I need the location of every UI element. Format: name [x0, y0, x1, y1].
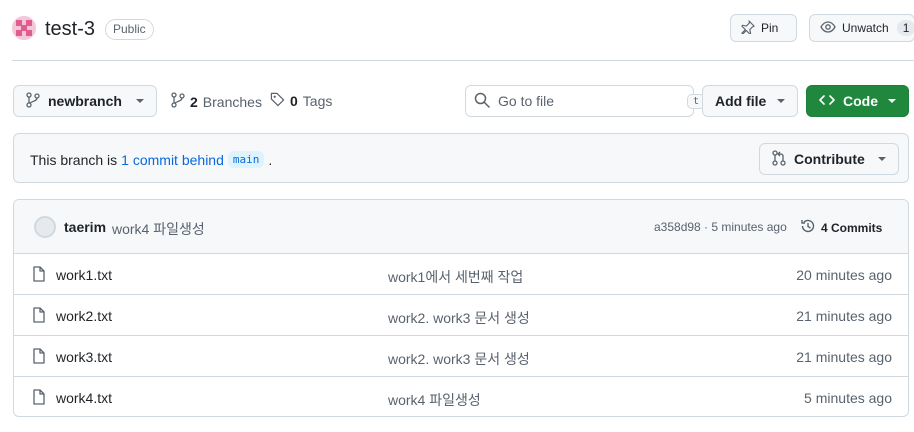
code-icon	[819, 93, 835, 109]
go-to-file-input[interactable]	[498, 93, 679, 109]
header-divider	[12, 60, 914, 61]
pull-request-icon	[772, 149, 786, 169]
branches-count: 2	[190, 93, 198, 110]
file-icon	[32, 307, 46, 326]
file-name[interactable]: work1.txt	[56, 267, 112, 283]
commits-history-link[interactable]: 4 Commits	[800, 218, 882, 237]
repo-owner-avatar[interactable]	[12, 16, 36, 40]
tags-link[interactable]: 0 Tags	[270, 92, 332, 110]
chevron-down-icon	[136, 99, 144, 103]
commits-label: 4 Commits	[821, 220, 883, 235]
commits-behind-link[interactable]: 1 commit behind	[121, 152, 224, 168]
repo-name[interactable]: test-3	[45, 18, 95, 41]
go-to-file-search[interactable]: t	[465, 85, 706, 117]
branch-name: newbranch	[48, 93, 122, 109]
tag-icon	[270, 92, 285, 110]
table-row: work4.txt work4 파일생성 5 minutes ago	[14, 377, 908, 416]
chevron-down-icon	[888, 99, 896, 103]
table-row: work2.txt work2. work3 문서 생성 21 minutes …	[14, 295, 908, 336]
unwatch-button[interactable]: Unwatch 1	[809, 14, 914, 42]
chevron-down-icon	[878, 157, 886, 161]
commit-hash-time[interactable]: a358d98 · 5 minutes ago	[654, 220, 787, 234]
branch-icon	[26, 91, 40, 111]
file-commit-message[interactable]: work2. work3 문서 생성	[388, 349, 530, 369]
file-commit-message[interactable]: work1에서 세번째 작업	[388, 267, 523, 287]
add-file-label: Add file	[715, 93, 767, 109]
code-label: Code	[843, 93, 878, 109]
pin-icon	[741, 19, 755, 37]
history-icon	[800, 218, 816, 237]
pin-label: Pin	[761, 21, 779, 35]
eye-icon	[820, 20, 836, 37]
chevron-down-icon	[777, 99, 785, 103]
file-commit-time: 20 minutes ago	[796, 267, 892, 283]
tags-label: Tags	[302, 93, 333, 109]
commit-author[interactable]: taerim	[64, 219, 106, 235]
contribute-label: Contribute	[794, 151, 865, 167]
file-commit-time: 5 minutes ago	[804, 390, 892, 406]
commit-message[interactable]: work4 파일생성	[112, 219, 205, 239]
branch-status-banner: This branch is 1 commit behind main . Co…	[13, 133, 909, 183]
file-icon	[32, 266, 46, 285]
file-commit-message[interactable]: work2. work3 문서 생성	[388, 308, 530, 328]
branches-link[interactable]: 2 Branches	[171, 92, 262, 111]
file-commit-message[interactable]: work4 파일생성	[388, 390, 481, 410]
banner-prefix: This branch is	[30, 151, 118, 168]
file-name[interactable]: work4.txt	[56, 390, 112, 406]
table-row: work3.txt work2. work3 문서 생성 21 minutes …	[14, 336, 908, 377]
file-icon	[32, 348, 46, 367]
branch-icon	[171, 92, 185, 111]
file-table: taerim work4 파일생성 a358d98 · 5 minutes ag…	[13, 199, 909, 417]
unwatch-label: Unwatch	[842, 21, 889, 35]
tags-count: 0	[290, 93, 298, 109]
visibility-badge: Public	[105, 19, 154, 40]
table-row: work1.txt work1에서 세번째 작업 20 minutes ago	[14, 254, 908, 295]
file-name[interactable]: work2.txt	[56, 308, 112, 324]
branch-status-text: This branch is 1 commit behind main .	[30, 151, 272, 168]
repo-header: test-3 Public Pin Unwatch 1	[12, 14, 914, 46]
latest-commit-bar: taerim work4 파일생성 a358d98 · 5 minutes ag…	[14, 200, 908, 254]
banner-suffix: .	[268, 151, 273, 168]
author-avatar[interactable]	[34, 216, 56, 238]
file-commit-time: 21 minutes ago	[796, 349, 892, 365]
pin-button[interactable]: Pin	[730, 14, 797, 42]
contribute-button[interactable]: Contribute	[759, 143, 899, 175]
add-file-button[interactable]: Add file	[702, 85, 798, 117]
branches-label: Branches	[202, 93, 262, 110]
branch-select-button[interactable]: newbranch	[13, 85, 157, 117]
search-icon	[474, 92, 490, 111]
file-name[interactable]: work3.txt	[56, 349, 112, 365]
watch-count: 1	[896, 20, 914, 36]
file-commit-time: 21 minutes ago	[796, 308, 892, 324]
code-button[interactable]: Code	[806, 85, 909, 117]
base-branch-link[interactable]: main	[227, 151, 265, 168]
file-icon	[32, 389, 46, 408]
